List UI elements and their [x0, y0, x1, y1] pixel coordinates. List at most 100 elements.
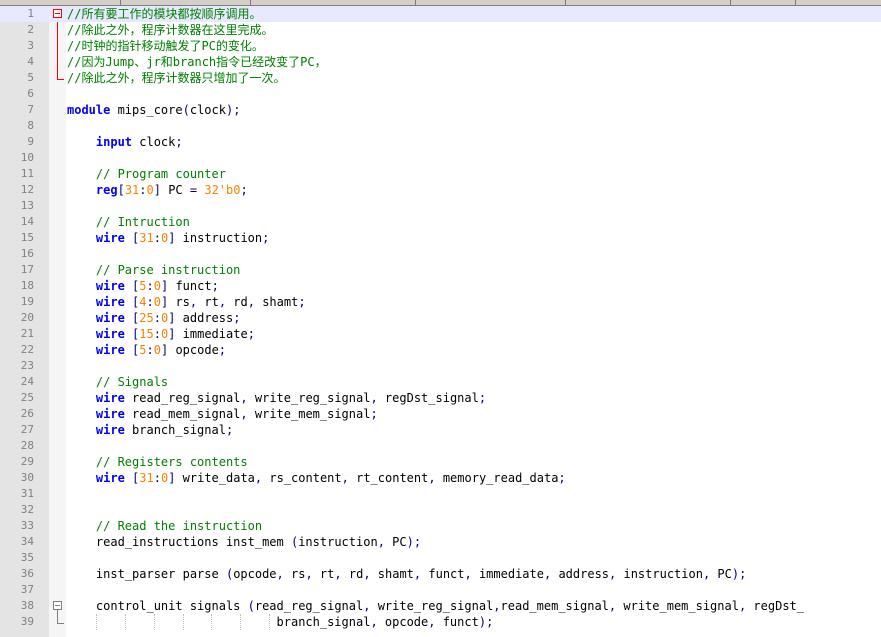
operator-token: [ — [117, 183, 125, 197]
code-line[interactable]: 35 — [0, 550, 881, 566]
fold-toggle-icon[interactable] — [53, 9, 62, 18]
code-line[interactable]: 12 reg[31:0] PC = 32'b0; — [0, 182, 881, 198]
code-text[interactable]: inst_parser parse (opcode, rs, rt, rd, s… — [67, 566, 746, 582]
line-number: 29 — [20, 455, 34, 468]
line-number: 37 — [20, 583, 34, 596]
operator-token: ; — [233, 311, 241, 325]
code-line[interactable]: 1 //所有要工作的模块都按顺序调用。 — [0, 6, 881, 22]
comment-token: //所有要工作的模块都按顺序调用。 — [67, 7, 262, 21]
code-line[interactable]: 3 //时钟的指针移动触发了PC的变化。 — [0, 38, 881, 54]
code-line[interactable]: 34 read_instructions inst_mem (instructi… — [0, 534, 881, 550]
code-text[interactable]: control_unit signals (read_reg_signal, w… — [67, 598, 804, 614]
identifier-token: instruction — [298, 535, 378, 549]
operator-token: ; — [298, 295, 306, 309]
line-number: 27 — [20, 423, 34, 436]
code-line[interactable]: 7 module mips_core(clock); — [0, 102, 881, 118]
code-line[interactable]: 22 wire [5:0] opcode; — [0, 342, 881, 358]
code-text[interactable]: reg[31:0] PC = 32'b0; — [67, 182, 248, 198]
code-line[interactable]: 21 wire [15:0] immediate; — [0, 326, 881, 342]
code-text[interactable]: wire branch_signal; — [67, 422, 233, 438]
code-editor[interactable]: 1 //所有要工作的模块都按顺序调用。 2 //除此之外，程序计数器在这里完成。 3 //… — [0, 0, 881, 637]
code-text[interactable]: // Intruction — [67, 214, 190, 230]
code-text[interactable]: // Signals — [67, 374, 168, 390]
code-line[interactable]: 11 // Program counter — [0, 166, 881, 182]
code-line[interactable]: 30 wire [31:0] write_data, rs_content, r… — [0, 470, 881, 486]
identifier-token: rd — [341, 567, 364, 581]
code-line[interactable]: 15 wire [31:0] instruction; — [0, 230, 881, 246]
code-text[interactable]: //除此之外，程序计数器只增加了一次。 — [67, 70, 285, 86]
code-text[interactable]: // Program counter — [67, 166, 226, 182]
code-line[interactable]: 37 — [0, 582, 881, 598]
code-text[interactable]: branch_signal, opcode, funct); — [67, 614, 494, 630]
line-number: 9 — [27, 135, 34, 148]
code-text[interactable]: input clock; — [67, 134, 183, 150]
code-text[interactable]: //除此之外，程序计数器在这里完成。 — [67, 22, 273, 38]
identifier-token: regDst_signal — [377, 391, 479, 405]
code-line[interactable]: 36 inst_parser parse (opcode, rs, rt, rd… — [0, 566, 881, 582]
identifier-token — [125, 295, 132, 309]
code-text[interactable]: read_instructions inst_mem (instruction,… — [67, 534, 421, 550]
line-number: 2 — [27, 23, 34, 36]
code-text[interactable]: wire [31:0] write_data, rs_content, rt_c… — [67, 470, 566, 486]
code-line[interactable]: 19 wire [4:0] rs, rt, rd, shamt; — [0, 294, 881, 310]
code-line[interactable]: 10 — [0, 150, 881, 166]
identifier-token: funct — [421, 567, 465, 581]
code-line[interactable]: 9 input clock; — [0, 134, 881, 150]
code-line[interactable]: 20 wire [25:0] address; — [0, 310, 881, 326]
code-text[interactable]: wire read_mem_signal, write_mem_signal; — [67, 406, 378, 422]
code-line[interactable]: 14 // Intruction — [0, 214, 881, 230]
code-line[interactable]: 31 — [0, 486, 881, 502]
number-token: 0 — [153, 343, 161, 357]
fold-toggle-icon[interactable] — [53, 601, 62, 610]
identifier-token — [125, 279, 132, 293]
code-line[interactable]: 29 // Registers contents — [0, 454, 881, 470]
identifier-token: write_reg_signal — [370, 599, 494, 613]
code-text[interactable]: // Read the instruction — [67, 518, 262, 534]
code-text[interactable]: // Parse instruction — [67, 262, 241, 278]
code-text[interactable]: wire [4:0] rs, rt, rd, shamt; — [67, 294, 306, 310]
code-line[interactable]: 32 — [0, 502, 881, 518]
code-line[interactable]: 39 branch_signal, opcode, funct); — [0, 614, 881, 630]
code-text[interactable]: //因为Jump、jr和branch指令已经改变了PC， — [67, 54, 327, 70]
identifier-token: rs_content — [262, 471, 342, 485]
code-text[interactable]: wire [5:0] funct; — [67, 278, 219, 294]
code-text[interactable]: wire [25:0] address; — [67, 310, 241, 326]
code-line[interactable]: 33 // Read the instruction — [0, 518, 881, 534]
code-line[interactable]: 17 // Parse instruction — [0, 262, 881, 278]
tab-separator — [795, 0, 796, 5]
code-line[interactable]: 27 wire branch_signal; — [0, 422, 881, 438]
code-line[interactable]: 23 — [0, 358, 881, 374]
identifier-token: memory_read_data — [435, 471, 559, 485]
identifier-token — [67, 519, 96, 533]
code-text[interactable]: wire [5:0] opcode; — [67, 342, 226, 358]
code-text[interactable]: wire read_reg_signal, write_reg_signal, … — [67, 390, 486, 406]
identifier-token: PC — [710, 567, 732, 581]
code-text[interactable]: // Registers contents — [67, 454, 248, 470]
code-line[interactable]: 6 — [0, 86, 881, 102]
code-line[interactable]: 38 control_unit signals (read_reg_signal… — [0, 598, 881, 614]
code-line[interactable]: 5 //除此之外，程序计数器只增加了一次。 — [0, 70, 881, 86]
comment-token: // Registers contents — [95, 455, 248, 469]
operator-token: , — [276, 567, 284, 581]
code-text[interactable]: wire [31:0] instruction; — [67, 230, 269, 246]
code-text[interactable]: //时钟的指针移动触发了PC的变化。 — [67, 38, 264, 54]
code-text[interactable]: wire [15:0] immediate; — [67, 326, 255, 342]
identifier-token — [67, 135, 96, 149]
code-line[interactable]: 25 wire read_reg_signal, write_reg_signa… — [0, 390, 881, 406]
code-text[interactable]: module mips_core(clock); — [67, 102, 240, 118]
code-line[interactable]: 24 // Signals — [0, 374, 881, 390]
code-line[interactable]: 18 wire [5:0] funct; — [0, 278, 881, 294]
code-line[interactable]: 28 — [0, 438, 881, 454]
code-line[interactable]: 16 — [0, 246, 881, 262]
code-line[interactable]: 26 wire read_mem_signal, write_mem_signa… — [0, 406, 881, 422]
keyword-token: reg — [95, 183, 118, 197]
code-text[interactable]: //所有要工作的模块都按顺序调用。 — [67, 6, 261, 22]
code-lines[interactable]: 1 //所有要工作的模块都按顺序调用。 2 //除此之外，程序计数器在这里完成。 3 //… — [0, 6, 881, 630]
line-number: 22 — [20, 343, 34, 356]
code-line[interactable]: 2 //除此之外，程序计数器在这里完成。 — [0, 22, 881, 38]
comment-token: // Parse instruction — [95, 263, 241, 277]
identifier-token: clock — [189, 103, 226, 117]
code-line[interactable]: 4 //因为Jump、jr和branch指令已经改变了PC， — [0, 54, 881, 70]
code-line[interactable]: 8 — [0, 118, 881, 134]
code-line[interactable]: 13 — [0, 198, 881, 214]
